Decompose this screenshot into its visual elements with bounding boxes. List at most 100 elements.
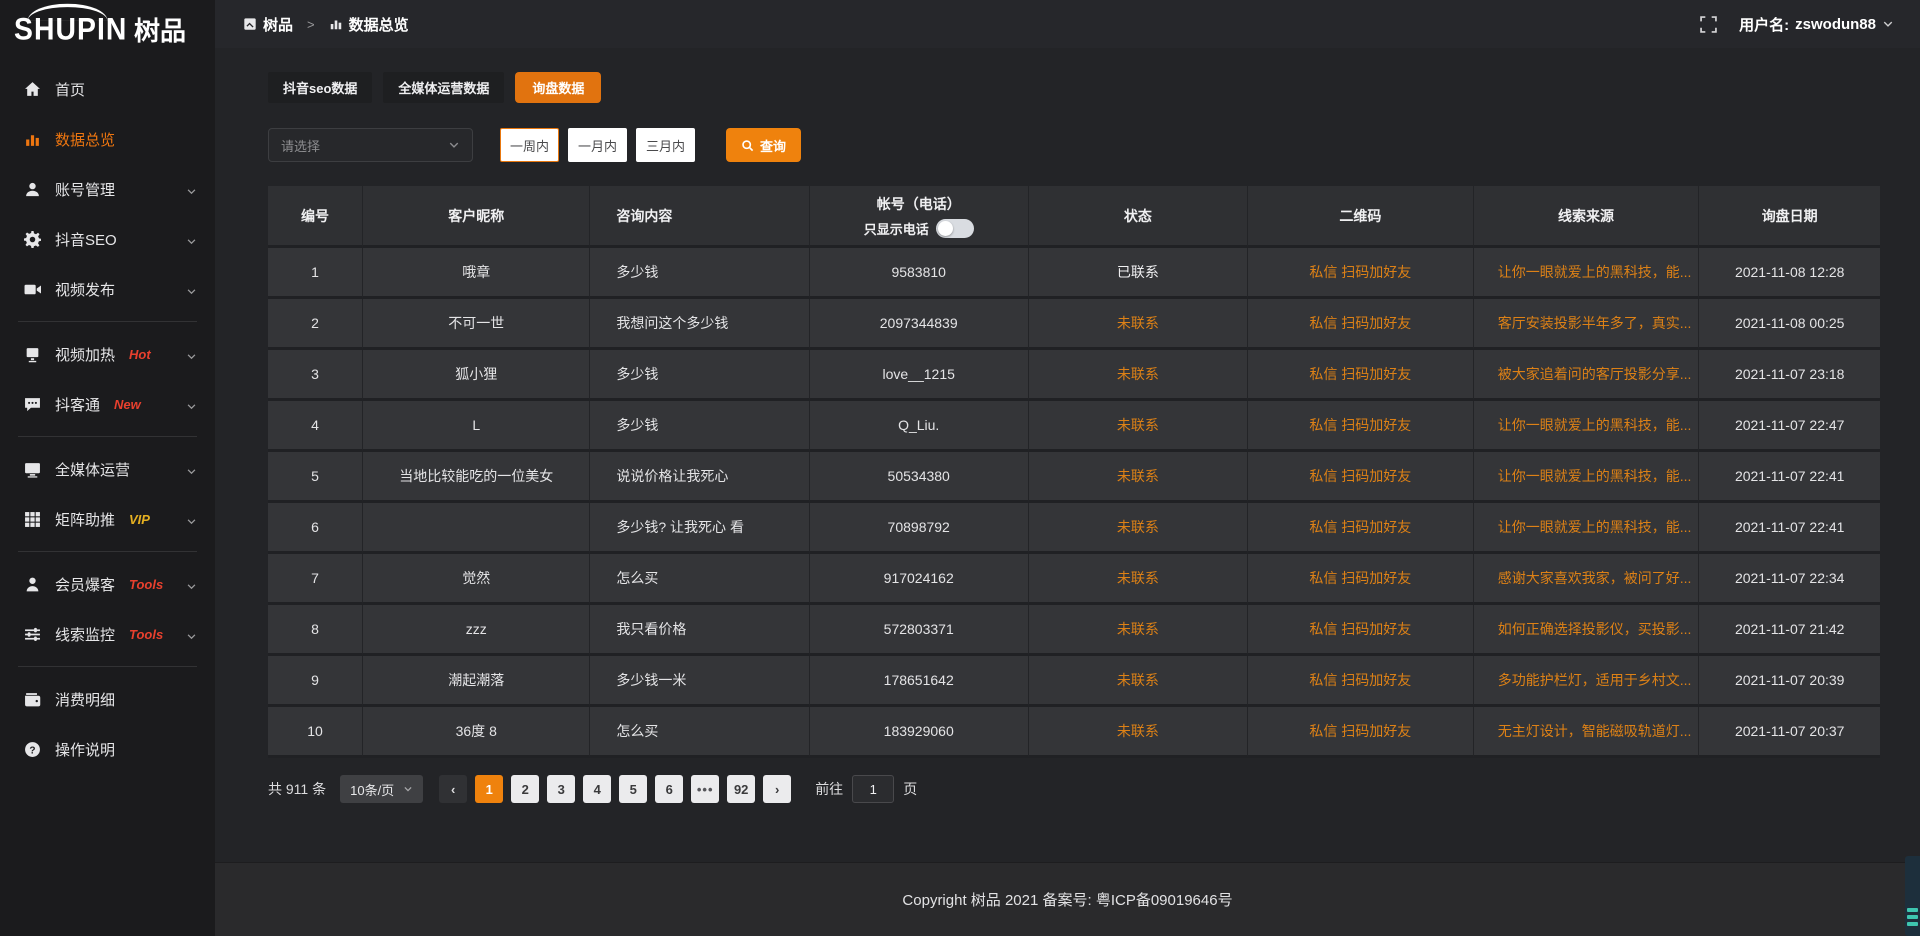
page-ellipsis-button[interactable]: •••: [691, 775, 719, 803]
sidebar-item-操作说明[interactable]: ? 操作说明: [0, 724, 215, 774]
cell-content: 怎么买: [590, 707, 809, 758]
cell-lead-source-link[interactable]: 多功能护栏灯，适用于乡村文...: [1474, 656, 1700, 707]
goto-label: 前往: [815, 779, 843, 799]
cell-lead-source-link[interactable]: 如何正确选择投影仪，买投影...: [1474, 605, 1700, 656]
cell-content: 说说价格让我死心: [590, 452, 809, 503]
cell-lead-source-link[interactable]: 被大家追着问的客厅投影分享...: [1474, 350, 1700, 401]
page-size-value: 10条/页: [350, 780, 394, 799]
cell-qrcode-links[interactable]: 私信 扫码加好友: [1248, 656, 1474, 707]
search-button[interactable]: 查询: [726, 128, 801, 162]
tab-all-media-data[interactable]: 全媒体运营数据: [383, 72, 504, 103]
cell-qrcode-links[interactable]: 私信 扫码加好友: [1248, 299, 1474, 350]
cell-account: 2097344839: [810, 299, 1029, 350]
cell-id: 4: [268, 401, 363, 452]
bar-chart-icon: [24, 131, 41, 148]
table-row: 4 L 多少钱 Q_Liu. 未联系 私信 扫码加好友 让你一眼就爱上的黑科技，…: [268, 401, 1880, 452]
cell-status: 已联系: [1029, 248, 1248, 299]
period-week-button[interactable]: 一周内: [500, 128, 559, 162]
phone-only-label: 只显示电话: [864, 219, 929, 238]
cell-qrcode-links[interactable]: 私信 扫码加好友: [1248, 554, 1474, 605]
cell-inquiry-date: 2021-11-08 12:28: [1699, 248, 1880, 299]
col-nickname: 客户昵称: [363, 186, 590, 248]
user-menu[interactable]: 用户名: zswodun88: [1739, 14, 1894, 35]
page-button-92[interactable]: 92: [727, 775, 755, 803]
period-month-button[interactable]: 一月内: [568, 128, 627, 162]
cell-lead-source-link[interactable]: 让你一眼就爱上的黑科技，能...: [1474, 452, 1700, 503]
cell-id: 10: [268, 707, 363, 758]
breadcrumb-separator: >: [307, 17, 315, 32]
sidebar-item-label: 矩阵助推: [55, 509, 115, 530]
sidebar-item-视频发布[interactable]: 视频发布: [0, 264, 215, 314]
account-select[interactable]: 请选择: [268, 128, 473, 162]
cell-lead-source-link[interactable]: 让你一眼就爱上的黑科技，能...: [1474, 503, 1700, 554]
inquiry-table: 编号 客户昵称 咨询内容 帐号（电话） 只显示电话 状态 二维码 线索来源: [268, 186, 1880, 758]
sidebar-item-抖音SEO[interactable]: 抖音SEO: [0, 214, 215, 264]
breadcrumb-root[interactable]: 树品: [263, 14, 293, 35]
cell-qrcode-links[interactable]: 私信 扫码加好友: [1248, 605, 1474, 656]
cell-qrcode-links[interactable]: 私信 扫码加好友: [1248, 401, 1474, 452]
tab-inquiry-data[interactable]: 询盘数据: [515, 72, 601, 103]
cell-status: 未联系: [1029, 656, 1248, 707]
sidebar-item-矩阵助推[interactable]: 矩阵助推 VIP: [0, 494, 215, 544]
page-button-4[interactable]: 4: [583, 775, 611, 803]
cell-lead-source-link[interactable]: 感谢大家喜欢我家，被问了好...: [1474, 554, 1700, 605]
cell-lead-source-link[interactable]: 让你一眼就爱上的黑科技，能...: [1474, 248, 1700, 299]
chevron-down-icon: [186, 284, 197, 295]
page-button-6[interactable]: 6: [655, 775, 683, 803]
chevron-down-icon: [186, 399, 197, 410]
page-button-5[interactable]: 5: [619, 775, 647, 803]
floating-widget[interactable]: [1905, 856, 1920, 936]
cell-status: 未联系: [1029, 503, 1248, 554]
filter-row: 请选择 一周内 一月内 三月内 查询: [268, 128, 1880, 162]
sidebar-item-全媒体运营[interactable]: 全媒体运营: [0, 444, 215, 494]
page-button-3[interactable]: 3: [547, 775, 575, 803]
goto-page-input[interactable]: [852, 775, 894, 803]
chat-icon: [24, 396, 41, 413]
prev-page-button[interactable]: ‹: [439, 775, 467, 803]
cell-lead-source-link[interactable]: 客厅安装投影半年多了，真实...: [1474, 299, 1700, 350]
chevron-down-icon: [186, 349, 197, 360]
page-button-2[interactable]: 2: [511, 775, 539, 803]
sidebar-item-账号管理[interactable]: 账号管理: [0, 164, 215, 214]
username-value: zswodun88: [1795, 16, 1876, 33]
period-quarter-button[interactable]: 三月内: [636, 128, 695, 162]
cell-qrcode-links[interactable]: 私信 扫码加好友: [1248, 452, 1474, 503]
cell-nickname: 潮起潮落: [363, 656, 590, 707]
app-logo: SHUPIN 树品: [0, 0, 215, 58]
fullscreen-icon[interactable]: [1700, 16, 1717, 33]
cell-content: 多少钱: [590, 401, 809, 452]
breadcrumb-current: 数据总览: [349, 14, 409, 35]
monitor-icon: [24, 461, 41, 478]
sidebar-item-消费明细[interactable]: 消费明细: [0, 674, 215, 724]
sidebar-item-首页[interactable]: 首页: [0, 64, 215, 114]
cell-qrcode-links[interactable]: 私信 扫码加好友: [1248, 248, 1474, 299]
sidebar-item-线索监控[interactable]: 线索监控 Tools: [0, 609, 215, 659]
cell-account: Q_Liu.: [810, 401, 1029, 452]
sidebar-item-会员爆客[interactable]: 会员爆客 Tools: [0, 559, 215, 609]
cell-inquiry-date: 2021-11-07 23:18: [1699, 350, 1880, 401]
pagination: 共 911 条 10条/页 ‹ 123456•••92 › 前往 页: [268, 775, 1880, 803]
cell-id: 7: [268, 554, 363, 605]
cell-qrcode-links[interactable]: 私信 扫码加好友: [1248, 503, 1474, 554]
tab-douyin-seo-data[interactable]: 抖音seo数据: [268, 72, 372, 103]
next-page-button[interactable]: ›: [763, 775, 791, 803]
phone-only-toggle[interactable]: [936, 219, 974, 238]
cell-account: 183929060: [810, 707, 1029, 758]
sidebar-item-抖客通[interactable]: 抖客通 New: [0, 379, 215, 429]
cell-account: 572803371: [810, 605, 1029, 656]
sidebar-item-badge: Hot: [129, 347, 151, 362]
sidebar-item-数据总览[interactable]: 数据总览: [0, 114, 215, 164]
col-qrcode: 二维码: [1248, 186, 1474, 248]
cell-content: 多少钱: [590, 350, 809, 401]
sidebar-item-label: 首页: [55, 79, 85, 100]
cell-qrcode-links[interactable]: 私信 扫码加好友: [1248, 707, 1474, 758]
cell-qrcode-links[interactable]: 私信 扫码加好友: [1248, 350, 1474, 401]
cell-nickname: 不可一世: [363, 299, 590, 350]
cell-lead-source-link[interactable]: 无主灯设计，智能磁吸轨道灯...: [1474, 707, 1700, 758]
sidebar-divider: [18, 436, 197, 437]
page-button-1[interactable]: 1: [475, 775, 503, 803]
cell-lead-source-link[interactable]: 让你一眼就爱上的黑科技，能...: [1474, 401, 1700, 452]
sidebar-item-视频加热[interactable]: 视频加热 Hot: [0, 329, 215, 379]
cell-inquiry-date: 2021-11-07 22:41: [1699, 503, 1880, 554]
page-size-select[interactable]: 10条/页: [340, 775, 423, 803]
